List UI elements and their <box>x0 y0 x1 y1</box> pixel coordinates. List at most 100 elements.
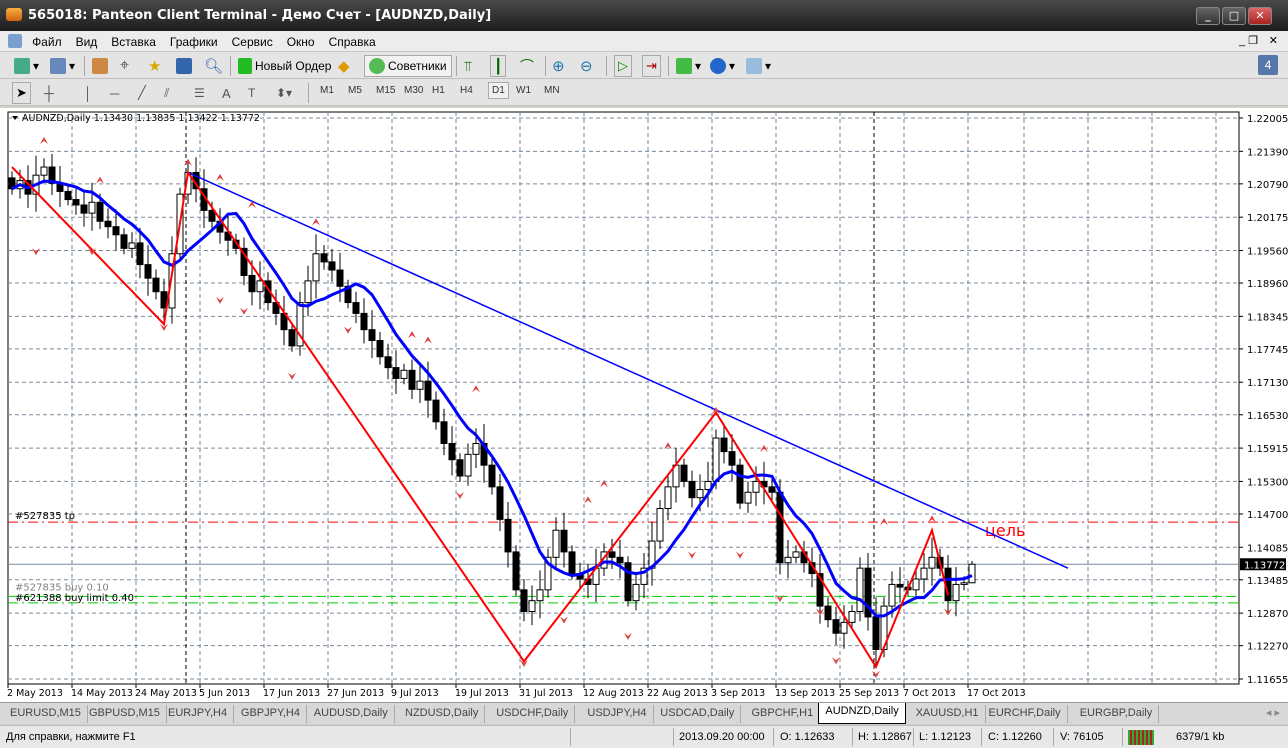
candle-body <box>96 201 104 222</box>
trendline-tool[interactable]: ╱ <box>138 82 146 104</box>
candle-body <box>128 242 136 249</box>
chart-tab[interactable]: USDJPY,H4 <box>581 705 654 723</box>
timeframe-H4[interactable]: H4 <box>460 85 473 96</box>
chart-tab[interactable]: USDCHF,Daily <box>490 705 576 723</box>
standard-toolbar: ▾ ▾ ⌖ ★ 🔍︎ Новый Ордер ◆ Советники ⫪ ┃ ⌒… <box>0 52 1288 79</box>
crosshair-data-window-icon[interactable]: ⌖ <box>120 55 129 77</box>
candle-body <box>360 312 368 331</box>
timeframe-M1[interactable]: M1 <box>320 85 334 96</box>
advisors-label: Советники <box>388 59 447 73</box>
candle-body <box>440 421 448 444</box>
timeframe-M5[interactable]: M5 <box>348 85 362 96</box>
vertical-line-tool[interactable]: │ <box>84 82 92 104</box>
price-tick-label: 1.19560 <box>1247 247 1288 258</box>
child-close-button[interactable]: ✕ <box>1269 34 1278 47</box>
warning-icon[interactable]: ◆ <box>338 55 350 77</box>
crosshair-tool[interactable]: ┼ <box>44 82 54 104</box>
navigator-icon[interactable]: ★ <box>148 55 161 77</box>
chart-tab[interactable]: XAUUSD,H1 <box>910 705 986 723</box>
menu-item-0[interactable]: Файл <box>25 31 69 49</box>
menu-item-5[interactable]: Окно <box>280 31 322 49</box>
timeframe-D1[interactable]: D1 <box>488 82 509 99</box>
price-tick-label: 1.17745 <box>1247 345 1288 356</box>
candle-body <box>784 556 792 564</box>
candle-body <box>400 369 408 379</box>
minimize-button[interactable]: _ <box>1196 7 1220 25</box>
bar-high: H: 1.12867 <box>858 731 912 743</box>
timeframe-H1[interactable]: H1 <box>432 85 445 96</box>
price-chart[interactable]: 1.22005 1.21390 1.20790 1.20175 1.19560 1.189… <box>0 108 1288 702</box>
candlestick-chart-button[interactable]: ┃ <box>490 55 507 77</box>
menu-item-3[interactable]: Графики <box>163 31 225 49</box>
chart-tab[interactable]: GBPUSD,M15 <box>83 705 167 723</box>
candle-body <box>768 486 776 493</box>
chart-tab[interactable]: AUDNZD,Daily <box>818 703 906 724</box>
menu-bar: Файл Вид Вставка Графики Сервис Окно Справка _… <box>0 31 1288 52</box>
expert-advisors-button[interactable]: Советники <box>364 55 452 77</box>
profiles-button[interactable]: ▾ <box>50 55 75 77</box>
date-tick-label: 17 Oct 2013 <box>967 688 1026 699</box>
timeframe-W1[interactable]: W1 <box>516 85 531 96</box>
indicators-button[interactable]: ▾ <box>676 55 701 77</box>
new-order-button[interactable]: Новый Ордер <box>238 55 331 77</box>
date-tick-label: 24 May 2013 <box>135 688 197 699</box>
horizontal-line-tool[interactable]: ─ <box>110 82 119 104</box>
chart-tab[interactable]: GBPCHF,H1 <box>746 705 821 723</box>
maximize-button[interactable]: □ <box>1222 7 1246 25</box>
candle-body <box>88 201 96 214</box>
tab-scroll-arrows[interactable]: ◂ ▸ <box>1266 706 1280 719</box>
line-chart-button[interactable]: ⌒ <box>520 55 534 77</box>
chart-window[interactable]: 1.22005 1.21390 1.20790 1.20175 1.19560 1.189… <box>0 108 1288 702</box>
new-chart-button[interactable]: ▾ <box>14 55 39 77</box>
zoom-in-icon[interactable]: ⊕ <box>552 55 565 77</box>
candle-body <box>336 269 344 287</box>
chart-window-icon <box>8 34 22 48</box>
child-minimize-button[interactable]: _ ❐ <box>1239 34 1258 47</box>
fibonacci-tool[interactable]: ☰ <box>194 82 205 104</box>
date-tick-label: 13 Sep 2013 <box>775 688 835 699</box>
menu-item-6[interactable]: Справка <box>322 31 383 49</box>
traffic-text: 6379/1 kb <box>1176 731 1225 743</box>
chart-tab[interactable]: EURCHF,Daily <box>983 705 1068 723</box>
chart-tab[interactable]: EURUSD,M15 <box>4 705 88 723</box>
price-tick-label: 1.12870 <box>1247 609 1288 620</box>
templates-button[interactable]: ▾ <box>746 55 771 77</box>
timeframe-M15[interactable]: M15 <box>376 85 395 96</box>
notification-badge[interactable]: 4 <box>1258 55 1278 75</box>
candle-body <box>376 340 384 358</box>
chart-tab[interactable]: AUDUSD,Daily <box>308 705 395 723</box>
close-button[interactable]: ✕ <box>1248 7 1272 25</box>
cursor-tool[interactable]: ➤ <box>12 82 31 104</box>
text-label-tool[interactable]: T <box>248 82 255 104</box>
menu-item-1[interactable]: Вид <box>69 31 105 49</box>
chart-tab[interactable]: NZDUSD,Daily <box>399 705 486 723</box>
candle-body <box>488 464 496 488</box>
chart-shift-button[interactable]: ⇥ <box>642 55 661 77</box>
candle-body <box>664 486 672 510</box>
date-tick-label: 17 Jun 2013 <box>263 688 320 699</box>
periods-button[interactable]: ▾ <box>710 55 735 77</box>
equidistant-channel-tool[interactable]: ⫽ <box>164 82 169 104</box>
text-tool[interactable]: A <box>222 82 231 104</box>
price-tick-label: 1.18345 <box>1247 312 1288 323</box>
timeframe-MN[interactable]: MN <box>544 85 560 96</box>
zoom-out-icon[interactable]: ⊖ <box>580 55 593 77</box>
price-tick-label: 1.18960 <box>1247 279 1288 290</box>
date-tick-label: 7 Oct 2013 <box>903 688 956 699</box>
arrows-tool[interactable]: ⬍▾ <box>276 82 292 104</box>
chart-tab[interactable]: USDCAD,Daily <box>654 705 742 723</box>
menu-item-4[interactable]: Сервис <box>225 31 280 49</box>
candle-body <box>392 367 400 379</box>
timeframe-M30[interactable]: M30 <box>404 85 423 96</box>
strategy-tester-icon[interactable]: 🔍︎ <box>204 55 223 77</box>
bar-datetime: 2013.09.20 00:00 <box>679 731 765 743</box>
terminal-icon[interactable] <box>176 55 192 77</box>
candle-body <box>352 302 360 314</box>
menu-item-2[interactable]: Вставка <box>104 31 163 49</box>
chart-tab[interactable]: GBPJPY,H4 <box>235 705 307 723</box>
market-watch-icon[interactable] <box>92 55 108 77</box>
chart-tab[interactable]: EURJPY,H4 <box>162 705 235 723</box>
chart-tab[interactable]: EURGBP,Daily <box>1074 705 1160 723</box>
bar-chart-button[interactable]: ⫪ <box>464 55 472 77</box>
auto-scroll-button[interactable]: ▷ <box>614 55 632 77</box>
